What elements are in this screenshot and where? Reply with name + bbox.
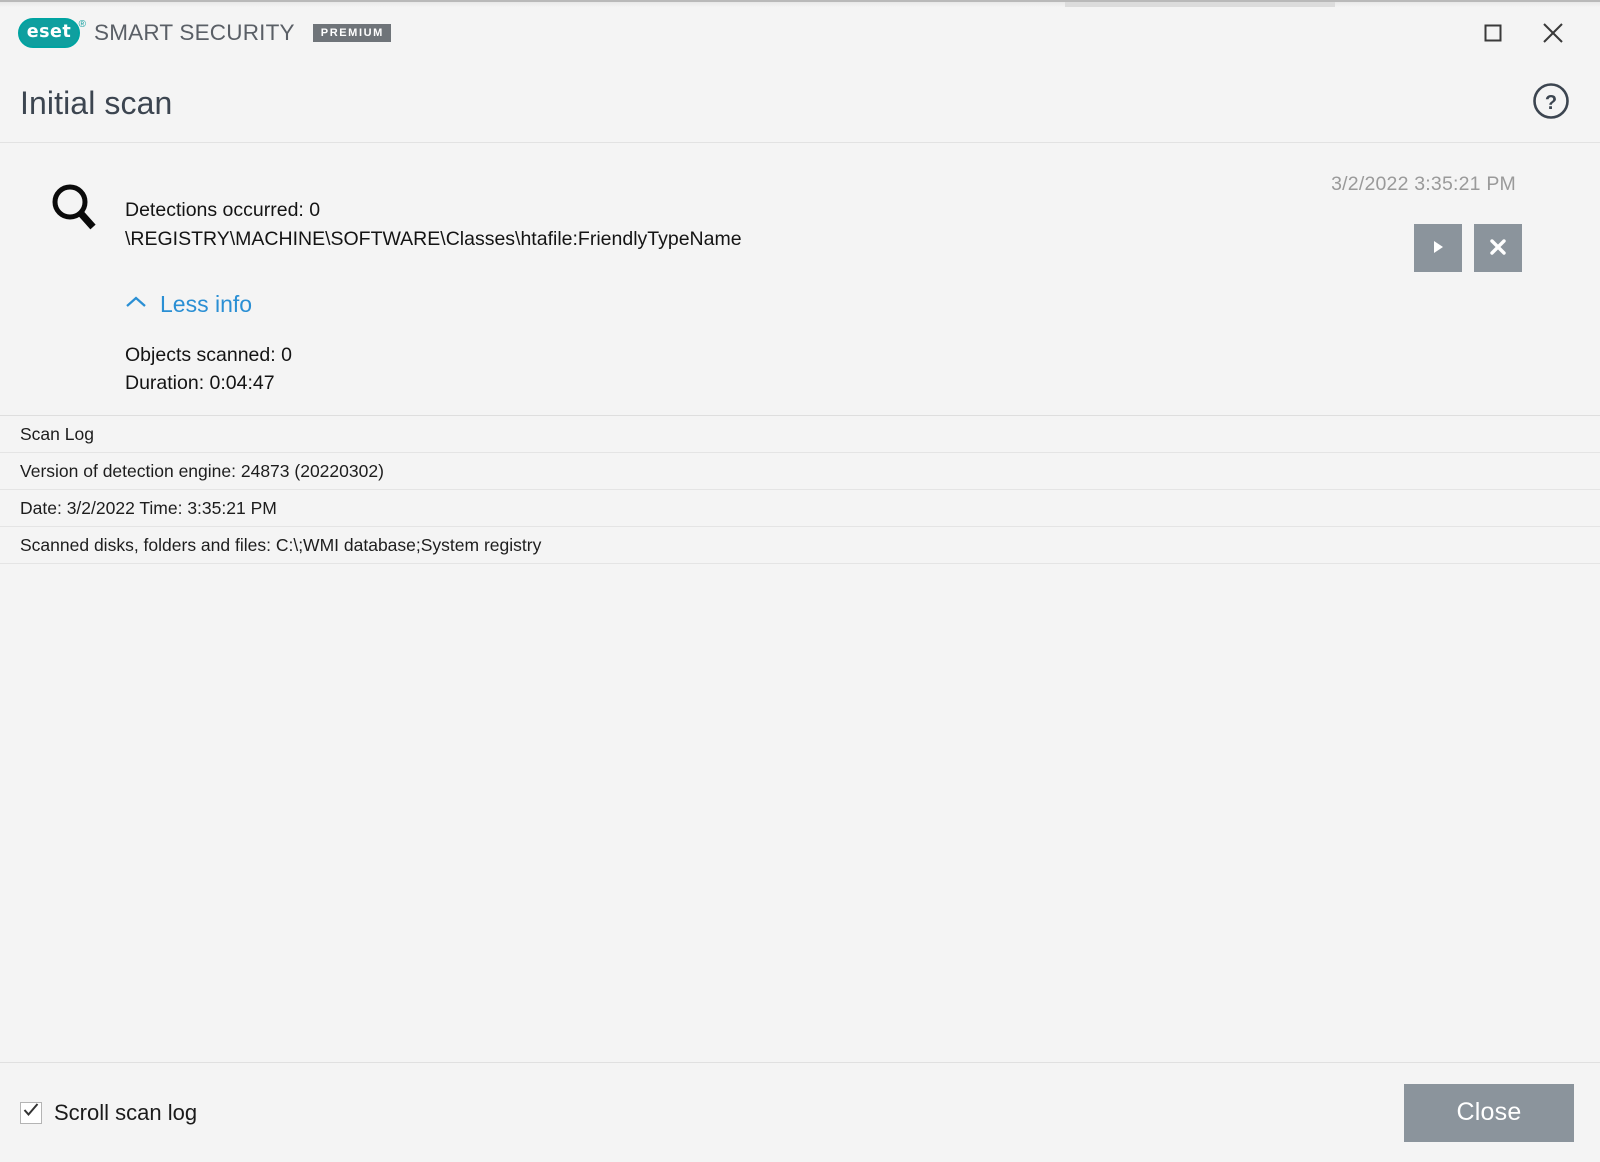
maximize-icon — [1482, 22, 1504, 44]
scroll-scan-log-label: Scroll scan log — [54, 1099, 198, 1125]
detections-count: Detections occurred: 0 — [125, 199, 321, 221]
stop-scan-button[interactable] — [1474, 224, 1522, 272]
scroll-scan-log-checkbox[interactable]: Scroll scan log — [20, 1100, 197, 1126]
magnifier-icon — [49, 181, 103, 238]
play-icon — [1429, 238, 1447, 259]
current-scan-path: \REGISTRY\MACHINE\SOFTWARE\Classes\htafi… — [125, 228, 742, 250]
scan-action-buttons — [1414, 224, 1522, 272]
less-info-toggle[interactable]: Less info — [125, 291, 252, 318]
svg-text:?: ? — [1545, 92, 1557, 114]
eset-logo-text: eset — [26, 22, 72, 43]
list-item: Version of detection engine: 24873 (2022… — [0, 453, 1600, 490]
page-header: Initial scan ? — [0, 64, 1600, 143]
brand-logo: eset ® SMART SECURITY PREMIUM — [18, 18, 391, 48]
objects-scanned: Objects scanned: 0 — [125, 344, 292, 366]
checkbox-box — [20, 1101, 42, 1124]
help-circle-icon: ? — [1531, 81, 1571, 126]
window-controls — [1476, 16, 1600, 50]
scan-controls: 3/2/2022 3:35:21 PM — [1260, 173, 1560, 272]
chevron-up-icon — [125, 295, 147, 314]
scan-status-block: Detections occurred: 0 \REGISTRY\MACHINE… — [125, 196, 742, 397]
edition-badge: PREMIUM — [312, 24, 391, 42]
scan-duration: Duration: 0:04:47 — [125, 372, 275, 394]
scan-timestamp: 3/2/2022 3:35:21 PM — [1331, 173, 1516, 195]
list-item: Date: 3/2/2022 Time: 3:35:21 PM — [0, 490, 1600, 527]
close-icon — [1540, 20, 1566, 46]
dialog-footer: Scroll scan log Close — [0, 1062, 1600, 1162]
close-button[interactable]: Close — [1404, 1083, 1574, 1142]
scan-details: Objects scanned: 0 Duration: 0:04:47 — [125, 341, 742, 397]
registered-trademark-icon: ® — [78, 19, 86, 30]
help-button[interactable]: ? — [1530, 82, 1572, 124]
stop-icon — [1487, 236, 1509, 261]
checkmark-icon — [22, 1101, 40, 1124]
scan-log-list[interactable]: Scan Log Version of detection engine: 24… — [0, 415, 1600, 1062]
scan-summary: Detections occurred: 0 \REGISTRY\MACHINE… — [0, 143, 1600, 415]
product-name: SMART SECURITY — [94, 20, 295, 45]
eset-logo-mark: eset ® — [18, 18, 86, 48]
list-item: Scan Log — [0, 416, 1600, 453]
close-window-button[interactable] — [1536, 16, 1570, 50]
less-info-label: Less info — [160, 291, 253, 317]
page-title: Initial scan — [20, 84, 173, 121]
app-window: eset ® SMART SECURITY PREMIUM Initial sc… — [0, 0, 1600, 1162]
title-bar: eset ® SMART SECURITY PREMIUM — [0, 2, 1600, 64]
pause-resume-button[interactable] — [1414, 224, 1462, 272]
list-item: Scanned disks, folders and files: C:\;WM… — [0, 527, 1600, 564]
maximize-button[interactable] — [1476, 16, 1510, 50]
